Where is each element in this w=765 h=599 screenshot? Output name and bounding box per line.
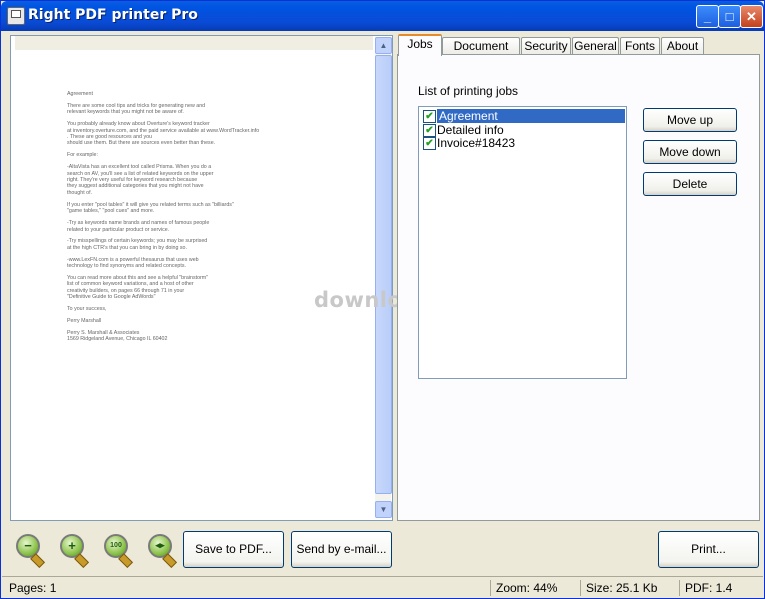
status-size: Size: 25.1 Kb bbox=[580, 580, 674, 596]
jobs-list[interactable]: ✔ Agreement ✔ Detailed info ✔ Invoice#18… bbox=[418, 106, 627, 379]
move-up-button[interactable]: Move up bbox=[643, 108, 737, 132]
document-preview[interactable]: Agreement There are some cool tips and tr… bbox=[10, 35, 393, 521]
move-down-button[interactable]: Move down bbox=[643, 140, 737, 164]
status-pdf-version: PDF: 1.4 bbox=[679, 580, 760, 596]
document-paragraph: If you enter "pool tables" it will give … bbox=[67, 201, 234, 215]
document-paragraph: -Try misspellings of certain keywords; y… bbox=[67, 238, 208, 251]
jobs-panel: List of printing jobs ✔ Agreement ✔ Deta… bbox=[397, 54, 760, 521]
checkbox-checked[interactable]: ✔ bbox=[423, 110, 436, 123]
status-zoom: Zoom: 44% bbox=[490, 580, 576, 596]
tab-about[interactable]: About bbox=[661, 37, 704, 55]
tab-general[interactable]: General bbox=[572, 37, 619, 55]
document-paragraph: -Try as keywords name brands and names o… bbox=[67, 220, 210, 233]
zoom-fit-icon[interactable]: ◂▸ bbox=[145, 532, 178, 569]
zoom-100-icon[interactable]: 100 bbox=[101, 532, 134, 569]
send-by-email-button[interactable]: Send by e-mail... bbox=[291, 531, 392, 568]
window-title: Right PDF printer Pro bbox=[28, 7, 198, 23]
zoom-out-icon[interactable]: − bbox=[13, 532, 46, 569]
document-paragraph: Perry S. Marshall & Associates 1569 Ridg… bbox=[67, 329, 168, 343]
scroll-down-icon[interactable]: ▼ bbox=[375, 501, 392, 518]
job-name: Agreement bbox=[436, 108, 626, 124]
printer-icon bbox=[7, 7, 25, 25]
save-to-pdf-button[interactable]: Save to PDF... bbox=[183, 531, 284, 568]
tab-document-info[interactable]: Document info bbox=[442, 37, 520, 69]
maximize-button[interactable]: □ bbox=[718, 5, 741, 28]
document-paragraph: -AltaVista has an excellent tool called … bbox=[67, 164, 214, 196]
minimize-button[interactable]: _ bbox=[696, 5, 719, 28]
delete-button[interactable]: Delete bbox=[643, 172, 737, 196]
tab-jobs[interactable]: Jobs bbox=[398, 34, 442, 56]
job-name: Detailed info bbox=[437, 123, 504, 137]
job-name: Invoice#18423 bbox=[437, 136, 516, 150]
print-button[interactable]: Print... bbox=[658, 531, 759, 568]
app-window: Right PDF printer Pro _ □ ✕ Agreement The… bbox=[0, 0, 765, 599]
vertical-scrollbar[interactable]: ▲ ▼ bbox=[375, 37, 392, 518]
zoom-in-icon[interactable]: + bbox=[57, 532, 90, 569]
document-paragraph: Perry Marshall bbox=[67, 318, 102, 325]
status-pages: Pages: 1 bbox=[9, 581, 57, 595]
checkbox-checked[interactable]: ✔ bbox=[423, 124, 436, 137]
document-paragraph: Agreement bbox=[67, 91, 93, 97]
tab-security[interactable]: Security bbox=[521, 37, 571, 55]
document-paragraph: There are some cool tips and tricks for … bbox=[67, 102, 206, 116]
checkbox-checked[interactable]: ✔ bbox=[423, 137, 436, 150]
tab-fonts[interactable]: Fonts bbox=[620, 37, 660, 55]
scroll-thumb[interactable] bbox=[375, 55, 392, 494]
document-page-text: Agreement There are some cool tips and tr… bbox=[67, 91, 317, 348]
scroll-up-icon[interactable]: ▲ bbox=[375, 37, 392, 54]
document-paragraph: -www.LexFN.com is a powerful thesaurus t… bbox=[67, 256, 199, 270]
page-top-edge bbox=[15, 36, 373, 50]
document-paragraph: You probably already know about Overture… bbox=[67, 121, 260, 147]
document-paragraph: For example: bbox=[67, 152, 98, 159]
close-button[interactable]: ✕ bbox=[740, 5, 763, 28]
title-bar[interactable]: Right PDF printer Pro _ □ ✕ bbox=[1, 1, 764, 31]
jobs-list-label: List of printing jobs bbox=[418, 84, 519, 98]
document-paragraph: You can read more about this and see a h… bbox=[67, 275, 209, 301]
document-paragraph: To your success, bbox=[67, 306, 107, 313]
status-bar: Pages: 1 Zoom: 44% Size: 25.1 Kb PDF: 1.… bbox=[2, 576, 763, 597]
